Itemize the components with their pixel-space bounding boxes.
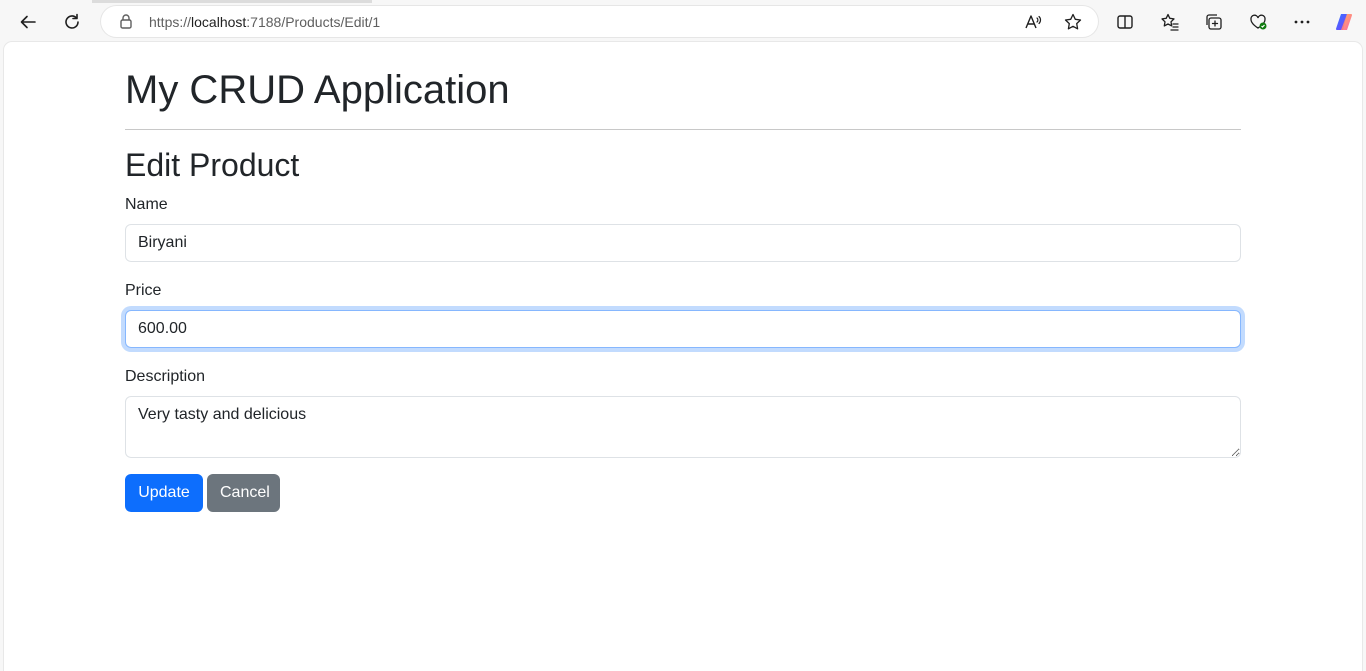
collections-icon <box>1206 14 1222 30</box>
favorites-button[interactable] <box>1156 8 1184 36</box>
page-title: Edit Product <box>125 147 300 183</box>
split-screen-icon <box>1117 15 1133 29</box>
read-aloud-button[interactable] <box>1022 11 1044 33</box>
favorite-button[interactable] <box>1062 11 1084 33</box>
back-button[interactable] <box>14 8 42 36</box>
copilot-button[interactable] <box>1330 8 1358 36</box>
url-host: localhost <box>191 14 247 30</box>
lock-icon <box>120 14 132 29</box>
active-tab-indicator <box>92 0 372 3</box>
more-menu-button[interactable] <box>1288 8 1316 36</box>
more-dots-icon <box>1294 20 1310 24</box>
page-viewport: My CRUD Application Edit Product Name Pr… <box>4 42 1362 671</box>
description-label: Description <box>125 368 206 385</box>
collections-button[interactable] <box>1200 8 1228 36</box>
description-textarea[interactable]: Very tasty and delicious <box>125 396 1241 458</box>
address-bar[interactable]: https://localhost:7188/Products/Edit/1 <box>101 6 1098 37</box>
arrow-left-icon <box>20 15 36 29</box>
heart-pulse-icon <box>1250 14 1267 30</box>
browser-toolbar: https://localhost:7188/Products/Edit/1 <box>0 0 1366 42</box>
url-path: :7188/Products/Edit/1 <box>246 14 381 30</box>
split-screen-button[interactable] <box>1111 8 1139 36</box>
read-aloud-icon <box>1025 15 1042 29</box>
update-button[interactable]: Update <box>125 474 203 512</box>
app-title: My CRUD Application <box>125 68 510 112</box>
url-prefix: https:// <box>149 14 192 30</box>
name-input[interactable] <box>125 224 1241 262</box>
price-label: Price <box>125 282 162 299</box>
refresh-button[interactable] <box>58 8 86 36</box>
url-text[interactable]: https://localhost:7188/Products/Edit/1 <box>149 14 380 30</box>
star-icon <box>1064 13 1082 30</box>
favorites-list-icon <box>1161 13 1179 31</box>
cancel-button[interactable]: Cancel <box>207 474 280 512</box>
copilot-icon <box>1335 13 1353 31</box>
browser-essentials-button[interactable] <box>1244 8 1272 36</box>
tab-strip <box>0 0 1366 3</box>
price-input[interactable] <box>125 310 1241 348</box>
name-label: Name <box>125 196 168 213</box>
refresh-icon <box>65 13 79 29</box>
header-divider <box>125 129 1241 130</box>
